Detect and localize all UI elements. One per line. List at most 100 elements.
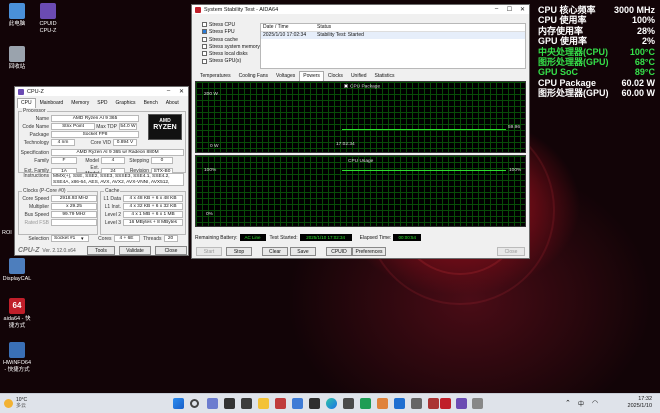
graph1-ymax: 200 W <box>204 92 218 97</box>
start-icon[interactable] <box>173 398 184 409</box>
terminal-icon[interactable] <box>309 398 320 409</box>
cpu-z-icon <box>40 3 56 19</box>
maximize-icon[interactable]: ☐ <box>503 6 516 13</box>
multiplier-label: Multiplier <box>28 203 49 210</box>
desktop-icon-hwinfo[interactable]: HWiNFO64 - 快捷方式 <box>2 342 32 373</box>
stress-option[interactable]: Stress cache <box>202 37 257 44</box>
validate-button[interactable]: Validate <box>119 246 151 255</box>
app-icon[interactable] <box>428 398 439 409</box>
stop-button[interactable]: Stop <box>226 247 252 256</box>
app-icon[interactable] <box>275 398 286 409</box>
overlay-value: 60.02 W <box>621 77 655 88</box>
computer-icon <box>9 3 25 19</box>
app-icon[interactable] <box>411 398 422 409</box>
cpuz-titlebar[interactable]: CPU-Z – ✕ <box>15 87 188 96</box>
ratedfsb-label: Rated FSB <box>24 219 49 226</box>
desktop-icon-cpuz[interactable]: CPUID CPU-Z <box>33 3 63 34</box>
graph1-title: CPU Package <box>344 84 380 89</box>
tab-cpu[interactable]: CPU <box>17 98 36 108</box>
tab-temperatures[interactable]: Temperatures <box>196 71 235 81</box>
tab-bench[interactable]: Bench <box>140 98 162 108</box>
cpu-package-graph: CPU Package 200 W 0 W 17:02:34 59.96 <box>195 81 526 153</box>
aida64-icon: 64 <box>9 298 25 314</box>
cpuid-button[interactable]: CPUID <box>326 247 352 256</box>
search-icon[interactable] <box>190 399 199 408</box>
edge-icon[interactable] <box>326 398 337 409</box>
tab-cooling-fans[interactable]: Cooling Fans <box>235 71 272 81</box>
stress-option[interactable]: Stress system memory <box>202 44 260 51</box>
cpu-z-taskbar-icon[interactable] <box>456 398 467 409</box>
tab-voltages[interactable]: Voltages <box>272 71 299 81</box>
checkbox[interactable] <box>202 22 207 28</box>
app-icon[interactable] <box>360 398 371 409</box>
aida64-app-icon <box>195 6 201 13</box>
legend-checkbox[interactable] <box>344 84 348 88</box>
wifi-icon[interactable]: ◠ <box>592 399 598 407</box>
overlay-key: 图形处理器(GPU) <box>538 88 609 99</box>
tab-powers[interactable]: Powers <box>299 71 324 81</box>
l1i-label: L1 Inst. <box>104 203 121 210</box>
chevron-down-icon[interactable]: ▾ <box>81 236 84 242</box>
maxtdp-label: Max TDP <box>96 123 117 130</box>
tools-button[interactable]: Tools <box>87 246 115 255</box>
widgets-icon[interactable] <box>207 398 218 409</box>
clear-button[interactable]: Clear <box>262 247 288 256</box>
tab-spd[interactable]: SPD <box>93 98 111 108</box>
close-button[interactable]: Close <box>155 246 187 255</box>
sst-titlebar[interactable]: System Stability Test - AIDA64 – ☐ ✕ <box>192 5 529 14</box>
desktop-icon-displaycal[interactable]: DisplayCAL <box>2 258 32 283</box>
desktop-icon-this-pc[interactable]: 此电脑 <box>2 3 32 28</box>
app-icon[interactable] <box>394 398 405 409</box>
overlay-key: CPU Package <box>538 77 597 88</box>
app-icon[interactable] <box>343 398 354 409</box>
close-icon[interactable]: ✕ <box>175 88 188 95</box>
stepping: 0 <box>151 157 173 164</box>
start-button[interactable]: Start <box>196 247 222 256</box>
checkbox[interactable] <box>202 58 207 64</box>
task-view-icon[interactable] <box>224 398 235 409</box>
preferences-button[interactable]: Preferences <box>352 247 386 256</box>
overlay-key: 图形处理器(GPU) <box>538 57 609 68</box>
minimize-icon[interactable]: – <box>490 6 503 13</box>
stress-option[interactable]: Stress local disks <box>202 51 257 58</box>
clock[interactable]: 17:32 2025/1/10 <box>606 396 652 410</box>
tab-clocks[interactable]: Clocks <box>324 71 347 81</box>
tab-memory[interactable]: Memory <box>67 98 93 108</box>
checkbox[interactable] <box>202 29 207 35</box>
app-icon[interactable] <box>377 398 388 409</box>
col-datetime: Date / Time <box>263 24 289 30</box>
app-icon[interactable] <box>472 398 483 409</box>
stress-option[interactable]: Stress CPU <box>202 22 257 29</box>
stress-option[interactable]: Stress GPU(s) <box>202 58 257 65</box>
close-button[interactable]: Close <box>497 247 525 256</box>
tab-mainboard[interactable]: Mainboard <box>36 98 68 108</box>
tab-graphics[interactable]: Graphics <box>112 98 140 108</box>
desktop-icon-aida64[interactable]: 64 aida64 - 快捷方式 <box>2 298 32 329</box>
aida64-taskbar-icon[interactable] <box>440 398 451 409</box>
ime-indicator[interactable]: 中 <box>578 399 584 408</box>
desktop-icon-recycle-bin[interactable]: 回收站 <box>2 46 32 71</box>
weather-widget[interactable]: 10°C 多云 <box>4 397 27 409</box>
close-icon[interactable]: ✕ <box>516 6 529 13</box>
col-status: Status <box>317 24 332 30</box>
stress-option[interactable]: Stress FPU <box>202 29 257 36</box>
stress-option-label: Stress GPU(s) <box>209 58 242 65</box>
checkbox[interactable] <box>202 36 207 42</box>
checkbox[interactable] <box>202 44 207 50</box>
app-icon[interactable] <box>292 398 303 409</box>
checkbox[interactable] <box>202 51 207 57</box>
stepping-label: Stepping <box>129 157 149 164</box>
tab-statistics[interactable]: Statistics <box>371 71 399 81</box>
tab-about[interactable]: About <box>162 98 183 108</box>
started-label: Test Started: <box>269 234 298 241</box>
minimize-icon[interactable]: – <box>162 88 175 95</box>
overlay-value: 28% <box>636 25 655 36</box>
save-button[interactable]: Save <box>290 247 316 256</box>
busspeed: 99.79 MHz <box>51 211 97 218</box>
camera-icon[interactable] <box>241 398 252 409</box>
overlay-key: GPU SoC <box>538 67 579 78</box>
chevron-up-icon[interactable]: ⌃ <box>565 399 571 407</box>
graph1-ymin: 0 W <box>210 144 219 149</box>
file-explorer-icon[interactable] <box>258 398 269 409</box>
tab-unified[interactable]: Unified <box>347 71 371 81</box>
